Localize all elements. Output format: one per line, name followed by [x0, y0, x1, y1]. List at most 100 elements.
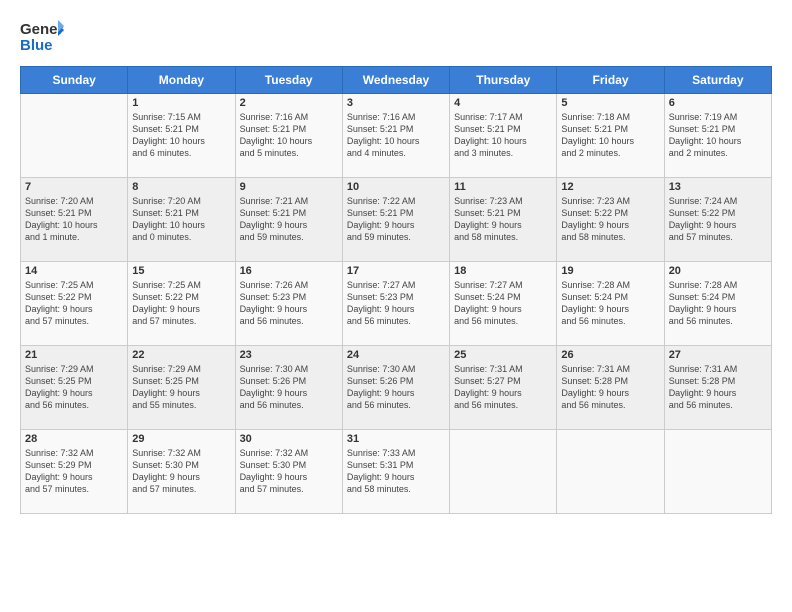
cell-info: Sunrise: 7:31 AM Sunset: 5:28 PM Dayligh…: [561, 363, 659, 412]
day-number: 1: [132, 97, 230, 109]
calendar-cell: 28 Sunrise: 7:32 AM Sunset: 5:29 PM Dayli…: [21, 430, 128, 514]
calendar-cell: 16 Sunrise: 7:26 AM Sunset: 5:23 PM Dayli…: [235, 262, 342, 346]
calendar-cell: 19Sunrise: 7:28 AM Sunset: 5:24 PM Dayli…: [557, 262, 664, 346]
cell-info: Sunrise: 7:26 AM Sunset: 5:23 PM Dayligh…: [240, 279, 338, 328]
cell-info: Sunrise: 7:17 AM Sunset: 5:21 PM Dayligh…: [454, 111, 552, 160]
cell-info: Sunrise: 7:32 AM Sunset: 5:29 PM Dayligh…: [25, 447, 123, 496]
cell-info: Sunrise: 7:27 AM Sunset: 5:24 PM Dayligh…: [454, 279, 552, 328]
day-header-saturday: Saturday: [664, 67, 771, 94]
week-row-5: 28 Sunrise: 7:32 AM Sunset: 5:29 PM Dayli…: [21, 430, 772, 514]
cell-info: Sunrise: 7:20 AM Sunset: 5:21 PM Dayligh…: [25, 195, 123, 244]
cell-info: Sunrise: 7:27 AM Sunset: 5:23 PM Dayligh…: [347, 279, 445, 328]
day-number: 8: [132, 181, 230, 193]
cell-info: Sunrise: 7:30 AM Sunset: 5:26 PM Dayligh…: [347, 363, 445, 412]
calendar-cell: 20Sunrise: 7:28 AM Sunset: 5:24 PM Dayli…: [664, 262, 771, 346]
cell-info: Sunrise: 7:16 AM Sunset: 5:21 PM Dayligh…: [347, 111, 445, 160]
day-number: 30: [240, 433, 338, 445]
day-number: 17: [347, 265, 445, 277]
cell-info: Sunrise: 7:29 AM Sunset: 5:25 PM Dayligh…: [25, 363, 123, 412]
calendar-cell: 10 Sunrise: 7:22 AM Sunset: 5:21 PM Dayli…: [342, 178, 449, 262]
week-row-1: 1 Sunrise: 7:15 AM Sunset: 5:21 PM Daylig…: [21, 94, 772, 178]
cell-info: Sunrise: 7:28 AM Sunset: 5:24 PM Dayligh…: [669, 279, 767, 328]
cell-info: Sunrise: 7:20 AM Sunset: 5:21 PM Dayligh…: [132, 195, 230, 244]
day-number: 27: [669, 349, 767, 361]
day-number: 19: [561, 265, 659, 277]
calendar-cell: 23 Sunrise: 7:30 AM Sunset: 5:26 PM Dayli…: [235, 346, 342, 430]
calendar-cell: 7Sunrise: 7:20 AM Sunset: 5:21 PM Daylig…: [21, 178, 128, 262]
day-number: 5: [561, 97, 659, 109]
day-number: 18: [454, 265, 552, 277]
calendar-cell: 9 Sunrise: 7:21 AM Sunset: 5:21 PM Daylig…: [235, 178, 342, 262]
calendar-cell: 5 Sunrise: 7:18 AM Sunset: 5:21 PM Daylig…: [557, 94, 664, 178]
calendar-cell: [557, 430, 664, 514]
day-number: 14: [25, 265, 123, 277]
day-number: 23: [240, 349, 338, 361]
day-header-wednesday: Wednesday: [342, 67, 449, 94]
cell-info: Sunrise: 7:29 AM Sunset: 5:25 PM Dayligh…: [132, 363, 230, 412]
day-number: 2: [240, 97, 338, 109]
day-number: 22: [132, 349, 230, 361]
day-number: 25: [454, 349, 552, 361]
day-number: 24: [347, 349, 445, 361]
day-number: 4: [454, 97, 552, 109]
cell-info: Sunrise: 7:32 AM Sunset: 5:30 PM Dayligh…: [132, 447, 230, 496]
cell-info: Sunrise: 7:21 AM Sunset: 5:21 PM Dayligh…: [240, 195, 338, 244]
cell-info: Sunrise: 7:31 AM Sunset: 5:27 PM Dayligh…: [454, 363, 552, 412]
cell-info: Sunrise: 7:22 AM Sunset: 5:21 PM Dayligh…: [347, 195, 445, 244]
cell-info: Sunrise: 7:31 AM Sunset: 5:28 PM Dayligh…: [669, 363, 767, 412]
day-number: 15: [132, 265, 230, 277]
day-number: 10: [347, 181, 445, 193]
calendar-cell: 8 Sunrise: 7:20 AM Sunset: 5:21 PM Daylig…: [128, 178, 235, 262]
cell-info: Sunrise: 7:23 AM Sunset: 5:21 PM Dayligh…: [454, 195, 552, 244]
day-number: 6: [669, 97, 767, 109]
day-number: 26: [561, 349, 659, 361]
svg-text:Blue: Blue: [20, 37, 53, 54]
calendar-cell: 26 Sunrise: 7:31 AM Sunset: 5:28 PM Dayli…: [557, 346, 664, 430]
day-number: 13: [669, 181, 767, 193]
calendar-cell: 12 Sunrise: 7:23 AM Sunset: 5:22 PM Dayli…: [557, 178, 664, 262]
day-number: 3: [347, 97, 445, 109]
day-number: 28: [25, 433, 123, 445]
calendar-cell: 6 Sunrise: 7:19 AM Sunset: 5:21 PM Daylig…: [664, 94, 771, 178]
svg-text:General: General: [20, 21, 64, 38]
day-number: 31: [347, 433, 445, 445]
calendar-cell: 22 Sunrise: 7:29 AM Sunset: 5:25 PM Dayli…: [128, 346, 235, 430]
cell-info: Sunrise: 7:25 AM Sunset: 5:22 PM Dayligh…: [25, 279, 123, 328]
calendar-cell: 4 Sunrise: 7:17 AM Sunset: 5:21 PM Daylig…: [450, 94, 557, 178]
day-number: 9: [240, 181, 338, 193]
calendar-cell: 15 Sunrise: 7:25 AM Sunset: 5:22 PM Dayli…: [128, 262, 235, 346]
calendar-cell: 30 Sunrise: 7:32 AM Sunset: 5:30 PM Dayli…: [235, 430, 342, 514]
cell-info: Sunrise: 7:18 AM Sunset: 5:21 PM Dayligh…: [561, 111, 659, 160]
cell-info: Sunrise: 7:19 AM Sunset: 5:21 PM Dayligh…: [669, 111, 767, 160]
cell-info: Sunrise: 7:32 AM Sunset: 5:30 PM Dayligh…: [240, 447, 338, 496]
cell-info: Sunrise: 7:30 AM Sunset: 5:26 PM Dayligh…: [240, 363, 338, 412]
logo-icon: General Blue: [20, 16, 64, 56]
calendar-cell: [21, 94, 128, 178]
day-number: 21: [25, 349, 123, 361]
calendar-cell: 2Sunrise: 7:16 AM Sunset: 5:21 PM Daylig…: [235, 94, 342, 178]
day-number: 29: [132, 433, 230, 445]
page-header: General Blue: [20, 16, 772, 56]
day-number: 16: [240, 265, 338, 277]
day-header-sunday: Sunday: [21, 67, 128, 94]
week-row-4: 21 Sunrise: 7:29 AM Sunset: 5:25 PM Dayli…: [21, 346, 772, 430]
cell-info: Sunrise: 7:23 AM Sunset: 5:22 PM Dayligh…: [561, 195, 659, 244]
calendar-page: General Blue SundayMondayTuesdayWednesda…: [0, 0, 792, 612]
calendar-cell: 25 Sunrise: 7:31 AM Sunset: 5:27 PM Dayli…: [450, 346, 557, 430]
calendar-cell: 3 Sunrise: 7:16 AM Sunset: 5:21 PM Daylig…: [342, 94, 449, 178]
header-row: SundayMondayTuesdayWednesdayThursdayFrid…: [21, 67, 772, 94]
calendar-cell: 14 Sunrise: 7:25 AM Sunset: 5:22 PM Dayli…: [21, 262, 128, 346]
calendar-cell: 17 Sunrise: 7:27 AM Sunset: 5:23 PM Dayli…: [342, 262, 449, 346]
day-header-friday: Friday: [557, 67, 664, 94]
day-number: 12: [561, 181, 659, 193]
calendar-cell: [450, 430, 557, 514]
cell-info: Sunrise: 7:15 AM Sunset: 5:21 PM Dayligh…: [132, 111, 230, 160]
calendar-cell: 24 Sunrise: 7:30 AM Sunset: 5:26 PM Dayli…: [342, 346, 449, 430]
calendar-table: SundayMondayTuesdayWednesdayThursdayFrid…: [20, 66, 772, 514]
day-header-monday: Monday: [128, 67, 235, 94]
calendar-cell: 21 Sunrise: 7:29 AM Sunset: 5:25 PM Dayli…: [21, 346, 128, 430]
cell-info: Sunrise: 7:33 AM Sunset: 5:31 PM Dayligh…: [347, 447, 445, 496]
calendar-cell: 11Sunrise: 7:23 AM Sunset: 5:21 PM Dayli…: [450, 178, 557, 262]
cell-info: Sunrise: 7:25 AM Sunset: 5:22 PM Dayligh…: [132, 279, 230, 328]
day-header-tuesday: Tuesday: [235, 67, 342, 94]
